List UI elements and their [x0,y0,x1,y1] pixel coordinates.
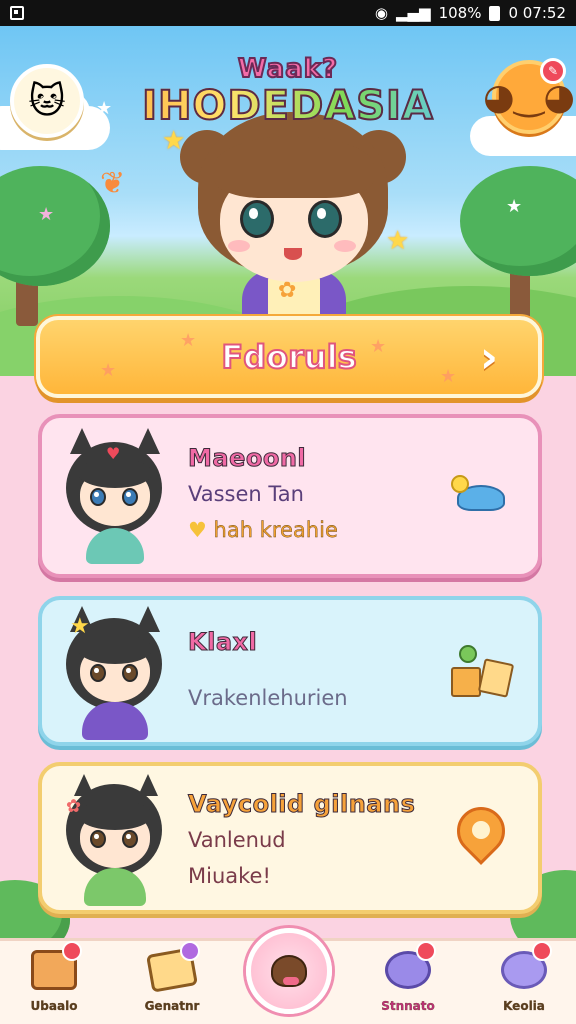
nav-item-keolia[interactable]: Keolia [476,941,572,1023]
card-detail: Miuake! [188,864,271,888]
card-detail: hah kreahie [213,518,338,542]
signal-icon: ▂▄▆ [395,4,431,22]
primary-action-label: Fdoruls [220,337,357,377]
turtle-icon [446,460,516,530]
toy-blocks-icon [446,638,516,708]
chest-icon [28,941,82,993]
butterfly-icon: ❦ [100,166,126,201]
cat-girl-avatar: ★ [60,604,170,744]
mascot-notifications-button[interactable]: ◕‿◕ ✎ [483,58,575,134]
smiley-mascot-icon: ◕‿◕ [483,76,575,118]
cat-face-icon: 🐱 [28,80,66,122]
nav-item-stnnato[interactable]: Stnnato [360,941,456,1023]
battery-percent: 108% [438,4,482,22]
chevron-right-icon: › [479,331,499,383]
chat-bubble-icon [382,941,436,993]
character-card-1[interactable]: ♥ Maeoonl Vassen Tan ♥ hah kreahie [38,414,542,578]
card-name: Klaxl [187,628,258,657]
card-subtitle: Vanlenud [188,828,286,852]
card-subtitle: Vassen Tan [188,482,304,506]
location-pin-icon [446,797,516,872]
card-name: Vaycolid gilnans [187,790,416,819]
card-name: Maeoonl [187,444,307,473]
battery-icon [489,5,501,21]
heart-icon: ♥ [188,518,207,542]
primary-action-button[interactable]: ★ ★ ★ ★ Fdoruls › [36,316,542,398]
nav-label: Keolia [503,999,545,1013]
character-card-3[interactable]: ✿ Vaycolid gilnans Vanlenud Miuake! [38,762,542,914]
profile-avatar-button[interactable]: 🐱 [10,64,84,138]
nav-item-genatnr[interactable]: Genatnr [124,941,220,1023]
chat-bubble-icon [498,941,552,993]
nav-label: Genatnr [144,999,200,1013]
status-bar: ◉ ▂▄▆ 108% 0 07:52 [0,0,576,26]
clock: 0 07:52 [508,4,566,22]
nav-label: Stnnato [381,999,435,1013]
cat-girl-avatar: ♥ [60,428,170,568]
nav-label: Ubaalo [30,999,78,1013]
notification-badge: ✎ [540,58,566,84]
cat-girl-avatar: ✿ [60,770,170,910]
nav-item-ubaalo[interactable]: Ubaalo [6,941,102,1023]
card-subtitle: Vrakenlehurien [188,686,348,710]
gift-box-icon [146,941,200,993]
center-home-button[interactable] [246,928,332,1014]
wifi-icon: ◉ [374,4,388,22]
character-card-2[interactable]: ★ Klaxl Vrakenlehurien [38,596,542,746]
notification-icon [10,6,24,20]
puppy-icon [267,951,311,991]
